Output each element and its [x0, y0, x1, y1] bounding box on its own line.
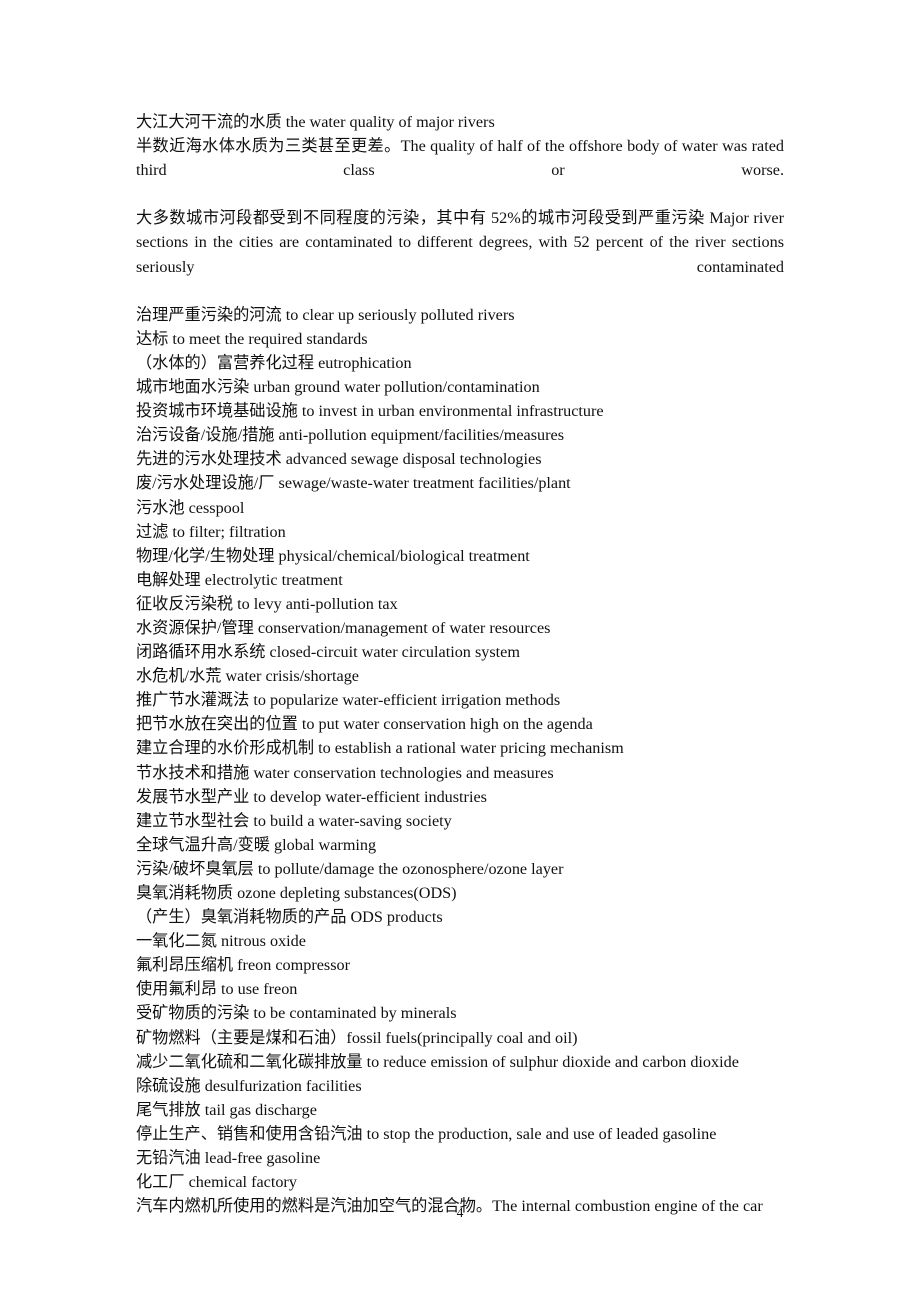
vocabulary-entry: 征收反污染税 to levy anti-pollution tax: [136, 594, 398, 613]
vocabulary-entry: 无铅汽油 lead-free gasoline: [136, 1149, 321, 1168]
vocabulary-entry: 使用氟利昂 to use freon: [136, 980, 298, 999]
vocabulary-entry: 城市地面水污染 urban ground water pollution/con…: [136, 378, 540, 397]
vocabulary-entry: 受矿物质的污染 to be contaminated by minerals: [136, 1004, 457, 1023]
document-text-body: 大江大河干流的水质 the water quality of major riv…: [136, 110, 784, 1218]
vocabulary-entry: （水体的）富营养化过程 eutrophication: [136, 353, 412, 372]
vocabulary-entry: 过滤 to filter; filtration: [136, 522, 286, 541]
vocabulary-entry: 矿物燃料（主要是煤和石油）fossil fuels(principally co…: [136, 1028, 578, 1047]
vocabulary-entry: 全球气温升高/变暖 global warming: [136, 835, 377, 854]
vocabulary-entry: 大江大河干流的水质 the water quality of major riv…: [136, 113, 495, 131]
vocabulary-entry: 投资城市环境基础设施 to invest in urban environmen…: [136, 402, 604, 421]
vocabulary-entry: 推广节水灌溉法 to popularize water-efficient ir…: [136, 691, 561, 710]
vocabulary-entry: 废/污水处理设施/厂 sewage/waste-water treatment …: [136, 474, 571, 493]
vocabulary-entry: 建立节水型社会 to build a water-saving society: [136, 811, 452, 830]
vocabulary-entry: 污染/破坏臭氧层 to pollute/damage the ozonosphe…: [136, 859, 564, 878]
text-paragraph: 大多数城市河段都受到不同程度的污染，其中有 52%的城市河段受到严重污染 Maj…: [136, 209, 784, 276]
vocabulary-entry: 尾气排放 tail gas discharge: [136, 1100, 317, 1119]
vocabulary-entry: 污水池 cesspool: [136, 498, 245, 517]
vocabulary-entry: 治理严重污染的河流 to clear up seriously polluted…: [136, 305, 515, 324]
vocabulary-entry: 电解处理 electrolytic treatment: [136, 570, 343, 589]
vocabulary-entry: 物理/化学/生物处理 physical/chemical/biological …: [136, 546, 530, 565]
page-number: 4: [456, 1205, 464, 1220]
vocabulary-entry: 闭路循环用水系统 closed-circuit water circulatio…: [136, 643, 520, 662]
vocabulary-entry: 水资源保护/管理 conservation/management of wate…: [136, 618, 551, 637]
vocabulary-entry: 氟利昂压缩机 freon compressor: [136, 956, 350, 975]
vocabulary-entry: 化工厂 chemical factory: [136, 1173, 297, 1192]
vocabulary-entry: 建立合理的水价形成机制 to establish a rational wate…: [136, 739, 624, 758]
vocabulary-entry: 水危机/水荒 water crisis/shortage: [136, 667, 359, 686]
vocabulary-entry: 治污设备/设施/措施 anti-pollution equipment/faci…: [136, 426, 564, 445]
vocabulary-entry: 臭氧消耗物质 ozone depleting substances(ODS): [136, 884, 457, 902]
vocabulary-entry: 停止生产、销售和使用含铅汽油 to stop the production, s…: [136, 1124, 717, 1143]
vocabulary-entry: 达标 to meet the required standards: [136, 329, 368, 348]
vocabulary-entry: 减少二氧化硫和二氧化碳排放量 to reduce emission of sul…: [136, 1052, 739, 1071]
vocabulary-entry: 节水技术和措施 water conservation technologies …: [136, 763, 554, 782]
vocabulary-entry: 发展节水型产业 to develop water-efficient indus…: [136, 787, 487, 806]
vocabulary-entry: （产生）臭氧消耗物质的产品 ODS products: [136, 908, 443, 927]
vocabulary-entry: 除硫设施 desulfurization facilities: [136, 1076, 362, 1095]
text-paragraph: 半数近海水体水质为三类甚至更差。The quality of half of t…: [136, 137, 784, 180]
document-page: 大江大河干流的水质 the water quality of major riv…: [0, 0, 920, 1302]
vocabulary-entry: 一氧化二氮 nitrous oxide: [136, 932, 306, 951]
vocabulary-entry: 把节水放在突出的位置 to put water conservation hig…: [136, 715, 593, 734]
vocabulary-entry: 先进的污水处理技术 advanced sewage disposal techn…: [136, 450, 542, 469]
